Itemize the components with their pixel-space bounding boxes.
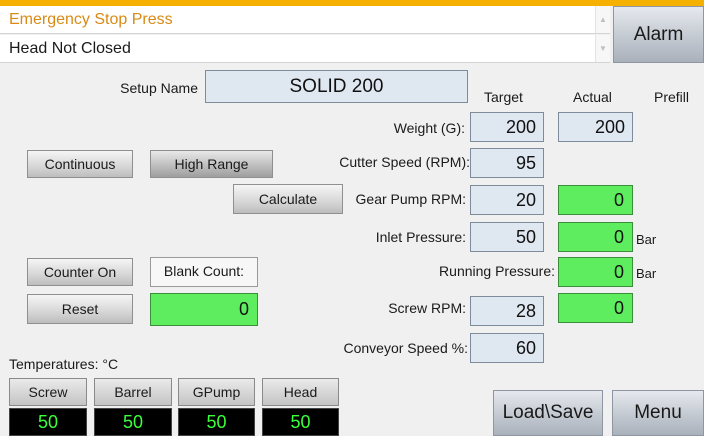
screw-rpm-label: Screw RPM: — [388, 300, 466, 316]
cutter-speed-label: Cutter Speed (RPM): — [339, 154, 470, 170]
temp-zone-head-header: Head — [262, 378, 339, 406]
load-save-button[interactable]: Load\Save — [493, 390, 603, 436]
continuous-button[interactable]: Continuous — [27, 150, 133, 178]
inlet-pressure-unit: Bar — [636, 232, 657, 247]
temp-zone-screw-header: Screw — [9, 378, 87, 406]
menu-button[interactable]: Menu — [612, 390, 704, 436]
inlet-pressure-actual-field: 0 — [558, 222, 633, 252]
message-text: Head Not Closed — [9, 40, 131, 57]
conveyor-speed-label: Conveyor Speed %: — [343, 340, 468, 356]
temp-zone-barrel-header: Barrel — [94, 378, 172, 406]
gear-pump-label: Gear Pump RPM: — [355, 191, 466, 207]
temp-zone-gpump-header: GPump — [178, 378, 255, 406]
message-emergency-stop[interactable]: Emergency Stop Press ▲ — [0, 6, 610, 34]
menu-button-label: Menu — [634, 402, 682, 423]
target-column-header: Target — [484, 89, 523, 105]
running-pressure-unit: Bar — [636, 266, 657, 281]
screw-rpm-actual-field: 0 — [558, 293, 633, 323]
temp-zone-screw-value: 50 — [9, 408, 87, 436]
calculate-button[interactable]: Calculate — [233, 184, 343, 214]
blank-count-label: Blank Count: — [150, 257, 258, 287]
scroll-down-icon[interactable]: ▼ — [595, 35, 610, 62]
continuous-button-label: Continuous — [44, 156, 116, 172]
gear-pump-target-field[interactable]: 20 — [470, 185, 544, 215]
inlet-pressure-label: Inlet Pressure: — [375, 229, 466, 245]
conveyor-speed-target-field[interactable]: 60 — [470, 333, 544, 363]
calculate-button-label: Calculate — [258, 191, 318, 207]
high-range-button-label: High Range — [174, 156, 249, 172]
reset-button[interactable]: Reset — [27, 294, 133, 324]
high-range-button[interactable]: High Range — [150, 150, 273, 178]
temp-zone-barrel-value: 50 — [94, 408, 172, 436]
setup-name-field[interactable]: SOLID 200 — [205, 70, 468, 103]
prefill-column-header: Prefill — [654, 89, 690, 105]
weight-actual-field: 200 — [558, 112, 633, 142]
gear-pump-actual-field: 0 — [558, 185, 633, 215]
screw-rpm-target-field[interactable]: 28 — [470, 296, 544, 326]
running-pressure-label: Running Pressure: — [439, 263, 555, 279]
blank-count-value: 0 — [150, 293, 258, 326]
counter-on-button[interactable]: Counter On — [27, 258, 133, 286]
running-pressure-actual-field: 0 — [558, 257, 633, 287]
alarm-button[interactable]: Alarm — [613, 6, 704, 63]
actual-column-header: Actual — [573, 89, 612, 105]
temperatures-title: Temperatures: °C — [9, 356, 119, 372]
message-head-not-closed[interactable]: Head Not Closed ▼ — [0, 35, 610, 63]
counter-on-button-label: Counter On — [43, 264, 117, 280]
weight-target-field[interactable]: 200 — [470, 112, 544, 142]
cutter-speed-target-field[interactable]: 95 — [470, 148, 544, 178]
inlet-pressure-target-field[interactable]: 50 — [470, 222, 544, 252]
scroll-up-icon[interactable]: ▲ — [595, 6, 610, 33]
weight-label: Weight (G): — [393, 120, 465, 136]
reset-button-label: Reset — [61, 301, 99, 317]
temp-zone-gpump-value: 50 — [178, 408, 255, 436]
alarm-button-label: Alarm — [633, 23, 684, 45]
temp-zone-head-value: 50 — [262, 408, 339, 436]
setup-name-label: Setup Name — [120, 80, 198, 96]
message-text: Emergency Stop Press — [9, 11, 173, 28]
load-save-button-label: Load\Save — [502, 402, 594, 423]
